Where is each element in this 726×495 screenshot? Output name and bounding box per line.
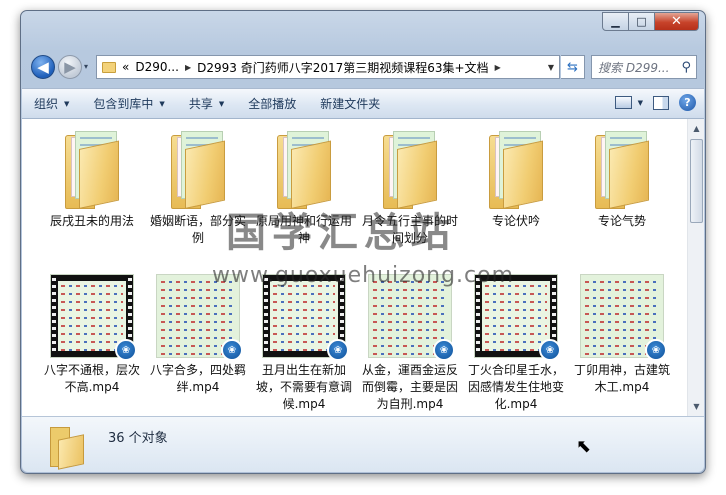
item-count: 36 个对象 bbox=[108, 431, 168, 446]
video-thumbnail: ❀ bbox=[156, 274, 243, 361]
include-in-library-label: 包含到库中 bbox=[93, 97, 154, 111]
chevron-down-icon: ▼ bbox=[159, 99, 165, 108]
folder-item[interactable]: 辰戌丑未的用法 bbox=[42, 127, 142, 230]
breadcrumb-item[interactable]: D2993 奇门药师八字2017第三期视频课程63集+文档 bbox=[197, 59, 488, 76]
scroll-up-icon[interactable]: ▲ bbox=[690, 121, 703, 136]
chevron-down-icon: ▼ bbox=[218, 99, 225, 108]
item-label: 辰戌丑未的用法 bbox=[49, 214, 134, 228]
video-item[interactable]: ❀ 丑月出生在新加坡，不需要有意调候.mp4 bbox=[254, 274, 354, 413]
video-item[interactable]: ❀ 从金，運酉金运反而倒霉，主要是因为自刑.mp4 bbox=[360, 274, 460, 413]
folder-item[interactable]: 专论气势 bbox=[572, 127, 672, 230]
media-player-icon: ❀ bbox=[433, 339, 455, 361]
folder-icon bbox=[485, 127, 547, 209]
window-controls: ▁ □ ✕ bbox=[602, 12, 699, 32]
folder-icon bbox=[273, 127, 335, 209]
explorer-window: ▁ □ ✕ ◀ ▶ ▾ « D290... ▶ D2993 奇门药师八字2017… bbox=[20, 10, 706, 474]
media-player-icon: ❀ bbox=[115, 339, 137, 361]
video-item[interactable]: ❀ 丁火合印星壬水，因感情发生住地变化.mp4 bbox=[466, 274, 566, 413]
video-item[interactable]: ❀ 丁卯用神，古建筑木工.mp4 bbox=[572, 274, 672, 396]
video-thumbnail: ❀ bbox=[580, 274, 667, 361]
chevron-down-icon: ▼ bbox=[64, 99, 70, 108]
close-button[interactable]: ✕ bbox=[655, 12, 699, 31]
recent-pages-dropdown[interactable]: ▾ bbox=[84, 62, 88, 71]
item-label: 从金，運酉金运反而倒霉，主要是因为自刑.mp4 bbox=[362, 363, 459, 411]
include-in-library-menu[interactable]: 包含到库中 ▼ bbox=[81, 95, 176, 112]
details-pane: 36 个对象 bbox=[22, 416, 704, 472]
folder-icon bbox=[61, 127, 123, 209]
video-thumbnail: ❀ bbox=[50, 274, 137, 361]
video-item[interactable]: ❀ 八字合多，四处羁绊.mp4 bbox=[148, 274, 248, 396]
toolbar-right: ▼ ? bbox=[614, 94, 696, 111]
folder-icon bbox=[102, 61, 116, 73]
search-icon[interactable]: ⚲ bbox=[681, 60, 691, 75]
video-thumbnail: ❀ bbox=[368, 274, 455, 361]
chevron-down-icon: ▼ bbox=[637, 98, 643, 107]
help-icon[interactable]: ? bbox=[679, 94, 696, 111]
mouse-cursor-icon: ⬉ bbox=[576, 436, 592, 457]
folder-icon bbox=[591, 127, 653, 209]
item-label: 八字合多，四处羁绊.mp4 bbox=[150, 363, 247, 394]
change-view-button[interactable]: ▼ bbox=[614, 96, 643, 109]
refresh-icon: ⇆ bbox=[567, 59, 578, 75]
share-menu[interactable]: 共享 ▼ bbox=[177, 95, 236, 112]
play-all-button[interactable]: 全部播放 bbox=[236, 95, 308, 112]
breadcrumb-overflow[interactable]: « bbox=[122, 60, 129, 74]
search-placeholder: 搜索 D299... bbox=[598, 60, 670, 75]
folder-icon bbox=[48, 423, 92, 470]
folder-item[interactable]: 原局用神和行运用神 bbox=[254, 127, 354, 247]
item-label: 婚姻断语，部分实例 bbox=[150, 214, 247, 245]
scroll-down-icon[interactable]: ▼ bbox=[690, 399, 703, 414]
item-label: 专论伏吟 bbox=[491, 214, 540, 228]
minimize-button[interactable]: ▁ bbox=[602, 12, 629, 31]
new-folder-button[interactable]: 新建文件夹 bbox=[308, 95, 392, 112]
item-label: 原局用神和行运用神 bbox=[256, 214, 353, 245]
item-label: 丁卯用神，古建筑木工.mp4 bbox=[574, 363, 671, 394]
folder-item[interactable]: 月令五行主事的时间划分 bbox=[360, 127, 460, 247]
organize-menu[interactable]: 组织 ▼ bbox=[22, 95, 81, 112]
refresh-button[interactable]: ⇆ bbox=[561, 55, 585, 79]
media-player-icon: ❀ bbox=[221, 339, 243, 361]
view-icon bbox=[614, 96, 632, 109]
folder-item[interactable]: 婚姻断语，部分实例 bbox=[148, 127, 248, 247]
item-label: 八字不通根，层次不高.mp4 bbox=[44, 363, 141, 394]
folder-icon bbox=[167, 127, 229, 209]
maximize-button[interactable]: □ bbox=[629, 12, 655, 31]
media-player-icon: ❀ bbox=[327, 339, 349, 361]
file-list: 辰戌丑未的用法 婚姻断语，部分实例 原局用神和行运用神 月令五行主事的时间划分 bbox=[22, 119, 704, 416]
breadcrumb-separator-icon[interactable]: ▶ bbox=[495, 63, 501, 72]
video-item[interactable]: ❀ 八字不通根，层次不高.mp4 bbox=[42, 274, 142, 396]
share-label: 共享 bbox=[188, 97, 213, 111]
video-thumbnail: ❀ bbox=[474, 274, 561, 361]
preview-pane-icon[interactable] bbox=[653, 95, 669, 110]
breadcrumb-separator-icon[interactable]: ▶ bbox=[185, 63, 191, 72]
video-thumbnail: ❀ bbox=[262, 274, 349, 361]
item-label: 丑月出生在新加坡，不需要有意调候.mp4 bbox=[256, 363, 353, 411]
search-input[interactable]: 搜索 D299... ⚲ bbox=[591, 55, 697, 79]
back-button[interactable]: ◀ bbox=[31, 55, 55, 79]
media-player-icon: ❀ bbox=[539, 339, 561, 361]
scrollbar-thumb[interactable] bbox=[690, 139, 703, 223]
vertical-scrollbar[interactable]: ▲ ▼ bbox=[687, 119, 704, 416]
organize-label: 组织 bbox=[34, 97, 59, 111]
command-bar: 组织 ▼ 包含到库中 ▼ 共享 ▼ 全部播放 新建文件夹 ▼ ? bbox=[22, 88, 704, 119]
item-label: 丁火合印星壬水，因感情发生住地变化.mp4 bbox=[468, 363, 565, 411]
folder-item[interactable]: 专论伏吟 bbox=[466, 127, 566, 230]
folder-icon bbox=[379, 127, 441, 209]
address-dropdown-icon[interactable]: ▼ bbox=[548, 63, 554, 72]
breadcrumb-item[interactable]: D290... bbox=[135, 60, 179, 74]
media-player-icon: ❀ bbox=[645, 339, 667, 361]
item-label: 月令五行主事的时间划分 bbox=[362, 214, 459, 245]
forward-button[interactable]: ▶ bbox=[58, 55, 82, 79]
navigation-bar: ◀ ▶ ▾ « D290... ▶ D2993 奇门药师八字2017第三期视频课… bbox=[29, 49, 699, 83]
address-bar[interactable]: « D290... ▶ D2993 奇门药师八字2017第三期视频课程63集+文… bbox=[96, 55, 560, 79]
item-label: 专论气势 bbox=[597, 214, 646, 228]
